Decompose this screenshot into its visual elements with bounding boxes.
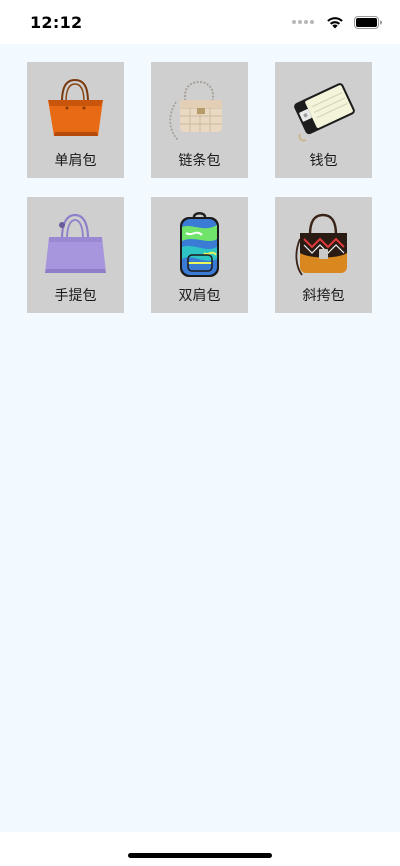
- status-bar: 12:12: [0, 0, 400, 44]
- bottom-safe-area: [0, 832, 400, 866]
- status-time: 12:12: [30, 13, 83, 32]
- home-indicator[interactable]: [128, 853, 272, 858]
- cellular-signal-icon: [292, 20, 314, 25]
- wifi-icon: [327, 17, 343, 29]
- chain-bag-icon: [169, 80, 222, 141]
- category-tile-backpack[interactable]: 双肩包: [151, 197, 248, 313]
- category-tile-chain-bag[interactable]: 链条包: [151, 62, 248, 178]
- category-tile-shoulder-bag[interactable]: 单肩包: [27, 62, 124, 178]
- category-label: 斜挎包: [302, 288, 345, 304]
- wallet-icon: [294, 83, 355, 142]
- category-label: 单肩包: [54, 153, 97, 169]
- category-tile-wallet[interactable]: 钱包: [275, 62, 372, 178]
- category-grid: 单肩包 链条包 钱包 手提包 双肩包 斜挎包: [27, 62, 373, 313]
- backpack-icon: [180, 212, 219, 277]
- category-label: 钱包: [309, 153, 338, 169]
- screen: 12:12 单肩包 链条包 钱包 手提包 双肩包 斜挎包: [0, 0, 400, 866]
- shoulder-bag-icon: [48, 78, 103, 136]
- category-label: 手提包: [54, 288, 97, 304]
- handbag-icon: [45, 213, 106, 273]
- battery-icon: [354, 16, 382, 29]
- category-label: 链条包: [178, 153, 221, 169]
- category-tile-crossbody-bag[interactable]: 斜挎包: [275, 197, 372, 313]
- category-label: 双肩包: [178, 288, 221, 304]
- category-content: 单肩包 链条包 钱包 手提包 双肩包 斜挎包: [0, 44, 400, 832]
- crossbody-bag-icon: [295, 213, 347, 276]
- category-tile-handbag[interactable]: 手提包: [27, 197, 124, 313]
